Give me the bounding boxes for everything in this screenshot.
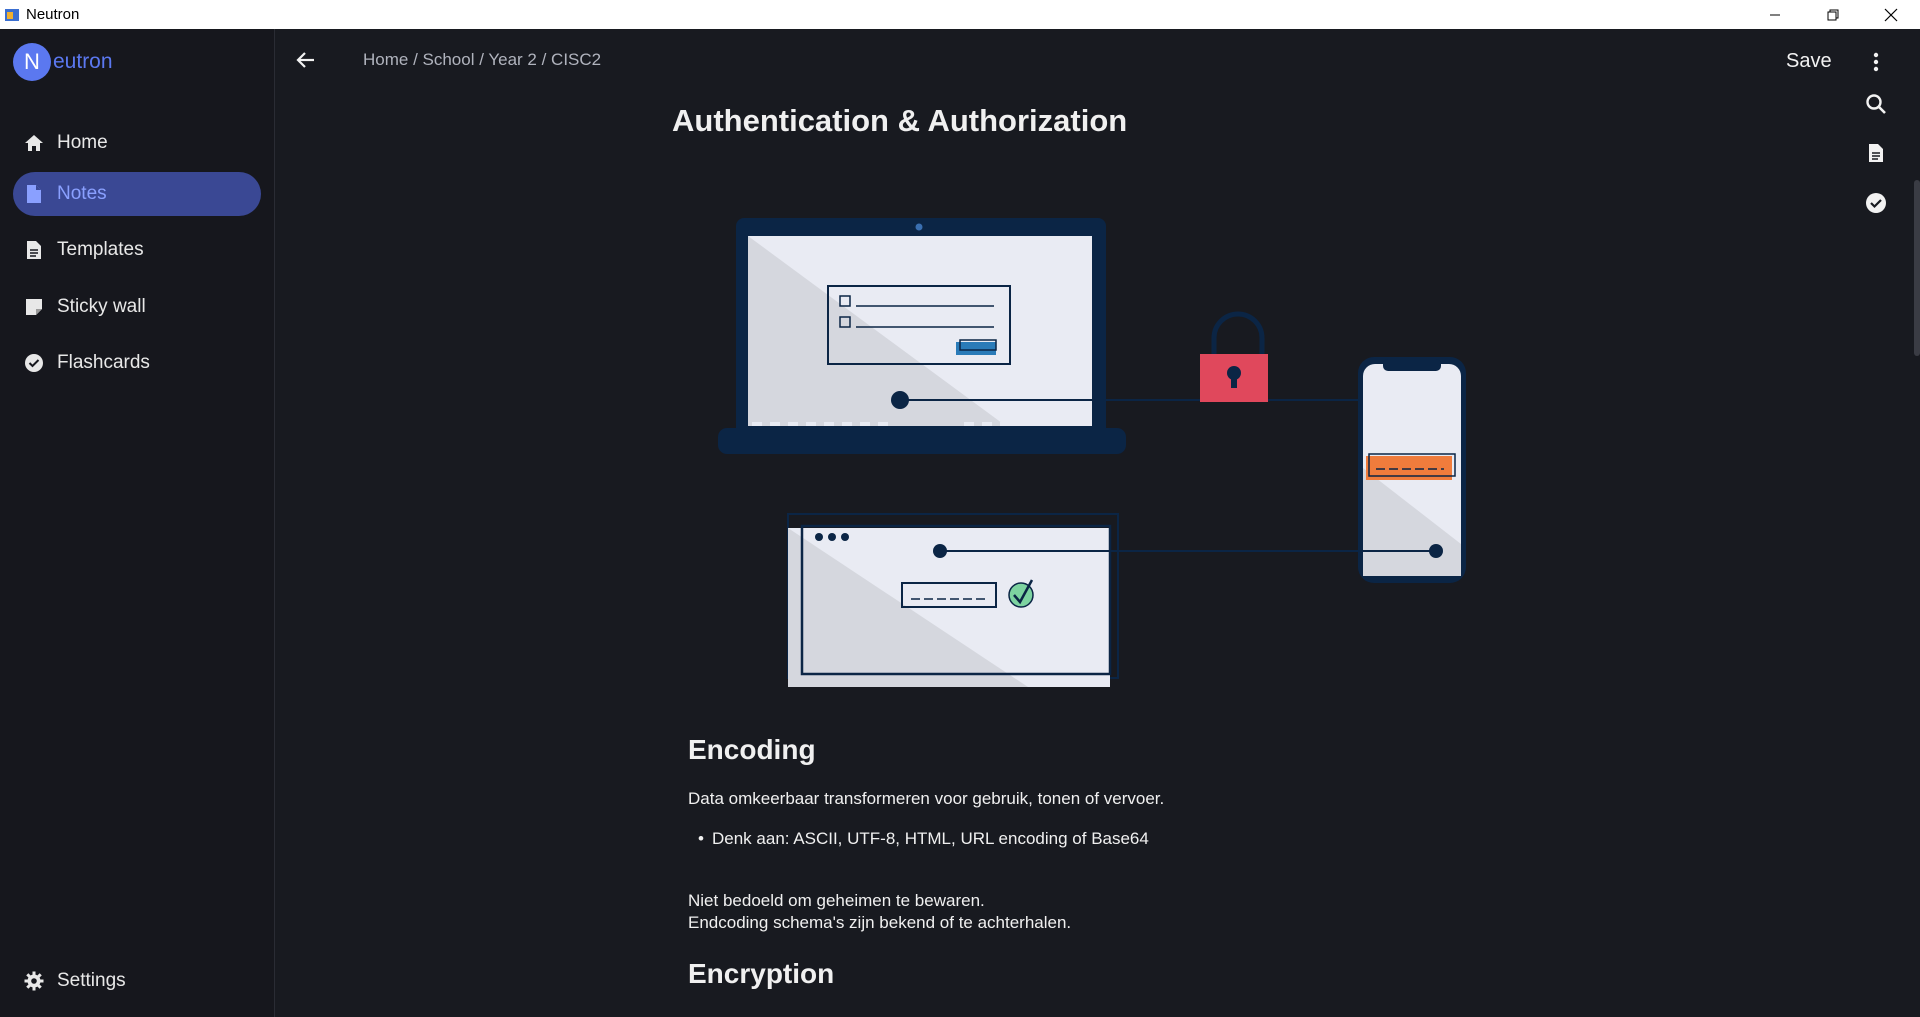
save-button[interactable]: Save xyxy=(1786,50,1832,73)
window-titlebar: Neutron xyxy=(0,0,1920,29)
minimize-icon xyxy=(1770,14,1780,15)
back-button[interactable] xyxy=(292,46,320,74)
app-logo[interactable]: N eutron xyxy=(13,43,113,81)
document-icon xyxy=(1869,144,1883,162)
authentication-illustration xyxy=(718,218,1466,687)
sidebar-item-label: Home xyxy=(57,132,108,153)
sidebar-item-label: Sticky wall xyxy=(57,296,146,317)
sidebar-item-templates[interactable]: Templates xyxy=(13,228,261,272)
close-icon xyxy=(1884,8,1898,21)
home-icon xyxy=(23,132,45,154)
more-options-button[interactable] xyxy=(1864,50,1888,74)
arrow-left-icon xyxy=(296,52,314,68)
window-title: Neutron xyxy=(26,6,80,23)
check-circle-icon xyxy=(23,352,45,374)
sidebar-item-home[interactable]: Home xyxy=(13,121,261,165)
sticky-note-icon xyxy=(23,296,45,318)
sidebar-item-sticky-wall[interactable]: Sticky wall xyxy=(13,285,261,329)
page-title: Authentication & Authorization xyxy=(672,103,1128,138)
section-heading: Encryption xyxy=(688,958,835,989)
sidebar: N eutron Home Notes Templates Sticky wal… xyxy=(0,29,275,1017)
search-icon xyxy=(1866,94,1886,114)
app-icon xyxy=(5,8,19,21)
paragraph: Data omkeerbaar transformeren voor gebru… xyxy=(688,789,1165,808)
restore-button[interactable] xyxy=(1804,0,1862,29)
sidebar-item-label: Flashcards xyxy=(57,352,150,373)
paragraph-line: Niet bedoeld om geheimen te bewaren. xyxy=(688,891,985,910)
logo-letter: N xyxy=(13,43,51,81)
check-circle-icon xyxy=(1866,193,1886,213)
note-icon xyxy=(23,183,45,205)
sidebar-item-label: Notes xyxy=(57,183,107,204)
section-heading: Encoding xyxy=(688,734,816,765)
sidebar-item-notes[interactable]: Notes xyxy=(13,172,261,216)
document-button[interactable] xyxy=(1864,141,1888,165)
restore-icon xyxy=(1827,9,1839,20)
sidebar-item-flashcards[interactable]: Flashcards xyxy=(13,341,261,385)
search-button[interactable] xyxy=(1864,92,1888,116)
scrollbar-thumb[interactable] xyxy=(1914,180,1920,356)
logo-text: eutron xyxy=(53,50,113,73)
document-icon xyxy=(23,239,45,261)
check-button[interactable] xyxy=(1864,191,1888,215)
settings-label: Settings xyxy=(57,970,126,991)
settings-button[interactable]: Settings xyxy=(13,959,261,1003)
close-button[interactable] xyxy=(1862,0,1920,29)
sidebar-item-label: Templates xyxy=(57,239,144,260)
gear-icon xyxy=(23,970,45,992)
list-item: Denk aan: ASCII, UTF-8, HTML, URL encodi… xyxy=(698,829,1149,849)
breadcrumb[interactable]: Home / School / Year 2 / CISC2 xyxy=(363,50,601,70)
kebab-menu-icon xyxy=(1873,52,1879,72)
paragraph-line: Endcoding schema's zijn bekend of te ach… xyxy=(688,913,1072,932)
minimize-button[interactable] xyxy=(1746,0,1804,29)
